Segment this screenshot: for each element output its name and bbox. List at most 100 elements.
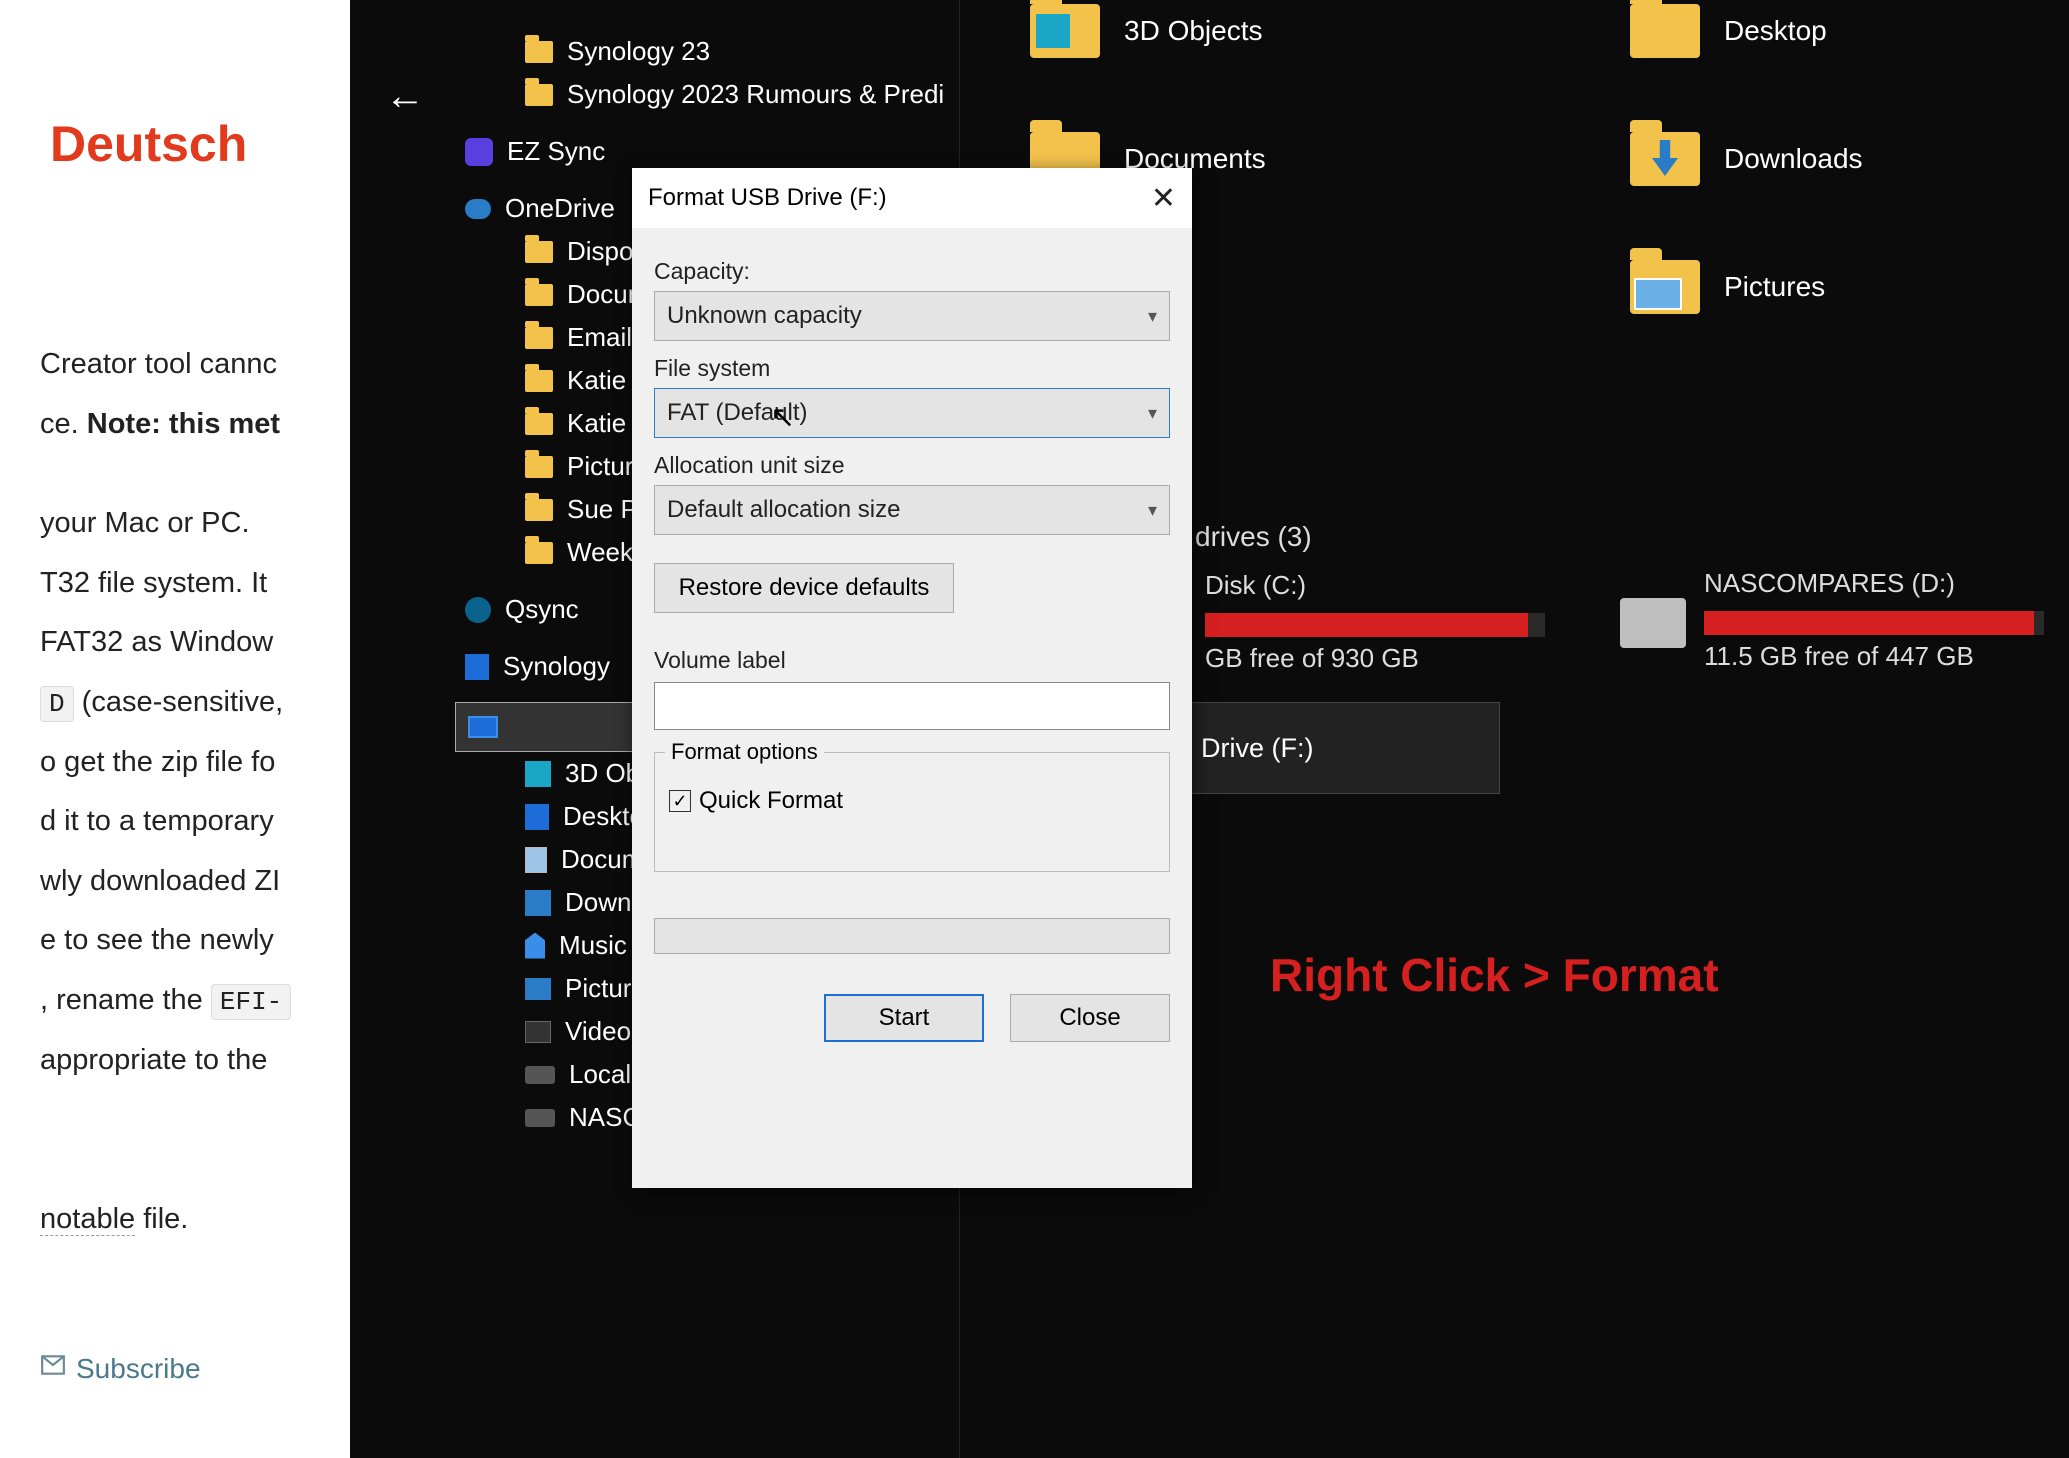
drive-usage-fill bbox=[1205, 613, 1528, 637]
filesystem-label: File system bbox=[654, 355, 1170, 382]
inline-code: D bbox=[40, 686, 74, 722]
folder-3d-objects[interactable]: 3D Objects bbox=[1030, 4, 1263, 58]
folder-icon bbox=[1630, 260, 1700, 314]
mail-icon bbox=[40, 1344, 66, 1394]
folder-label: Pictures bbox=[1724, 271, 1825, 303]
format-dialog: Format USB Drive (F:) ✕ Capacity: Unknow… bbox=[632, 168, 1192, 1188]
article-text: Creator tool cannc bbox=[40, 339, 350, 391]
folder-icon bbox=[525, 456, 553, 478]
subscribe-link[interactable]: Subscribe bbox=[40, 1344, 201, 1394]
allocation-select[interactable]: Default allocation size ▾ bbox=[654, 485, 1170, 535]
cloud-icon bbox=[465, 199, 491, 219]
article-text: e to see the newly bbox=[40, 915, 350, 967]
start-button[interactable]: Start bbox=[824, 994, 984, 1042]
article-text: your Mac or PC. bbox=[40, 498, 350, 550]
allocation-value: Default allocation size bbox=[667, 496, 900, 524]
article-text: ce. Note: this met bbox=[40, 399, 350, 451]
tree-label: Synology 23 bbox=[567, 36, 710, 67]
folder-icon bbox=[525, 327, 553, 349]
document-icon bbox=[525, 847, 547, 873]
desktop-icon bbox=[525, 804, 549, 830]
article-text: , rename the EFI- bbox=[40, 975, 350, 1027]
sync-icon bbox=[465, 597, 491, 623]
folder-pictures[interactable]: Pictures bbox=[1630, 260, 1825, 314]
cube-icon bbox=[525, 761, 551, 787]
close-button[interactable]: ✕ bbox=[1151, 181, 1176, 216]
subscribe-label: Subscribe bbox=[76, 1344, 201, 1394]
folder-icon bbox=[525, 284, 553, 306]
article-text: o get the zip file fo bbox=[40, 737, 350, 789]
dialog-titlebar[interactable]: Format USB Drive (F:) ✕ bbox=[632, 168, 1192, 228]
capacity-select[interactable]: Unknown capacity ▾ bbox=[654, 291, 1170, 341]
annotation-text: Right Click > Format bbox=[1270, 948, 1719, 1002]
folder-icon bbox=[525, 413, 553, 435]
disk-icon bbox=[525, 1066, 555, 1084]
chevron-down-icon: ▾ bbox=[1148, 306, 1157, 327]
folder-icon bbox=[1030, 4, 1100, 58]
pictures-icon bbox=[525, 978, 551, 1000]
folder-icon bbox=[525, 370, 553, 392]
folder-label: Downloads bbox=[1724, 143, 1863, 175]
folder-icon bbox=[1630, 132, 1700, 186]
folder-icon bbox=[525, 542, 553, 564]
drive-label: Drive (F:) bbox=[1201, 733, 1313, 764]
close-dialog-button[interactable]: Close bbox=[1010, 994, 1170, 1042]
chevron-down-icon: ▾ bbox=[1148, 403, 1157, 424]
drive-name: Disk (C:) bbox=[1205, 570, 1545, 601]
quick-format-label: Quick Format bbox=[699, 787, 843, 815]
filesystem-select[interactable]: FAT (Default) ▾ bbox=[654, 388, 1170, 438]
allocation-label: Allocation unit size bbox=[654, 452, 1170, 479]
article-text: notable file. bbox=[40, 1194, 350, 1246]
article-text: D (case-sensitive, bbox=[40, 677, 350, 729]
tree-ez-sync[interactable]: EZ Sync bbox=[455, 130, 959, 173]
article-text: appropriate to the bbox=[40, 1035, 350, 1087]
folder-label: 3D Objects bbox=[1124, 15, 1263, 47]
article-text: wly downloaded ZI bbox=[40, 856, 350, 908]
folder-desktop[interactable]: Desktop bbox=[1630, 4, 1827, 58]
article-text: ce. bbox=[40, 408, 87, 440]
progress-bar bbox=[654, 918, 1170, 954]
article-text: (case-sensitive, bbox=[74, 686, 284, 718]
volume-label-label: Volume label bbox=[654, 647, 1170, 674]
folder-icon bbox=[1630, 4, 1700, 58]
capacity-value: Unknown capacity bbox=[667, 302, 862, 330]
tree-label: EZ Sync bbox=[507, 136, 605, 167]
restore-defaults-button[interactable]: Restore device defaults bbox=[654, 563, 954, 613]
file-explorer: ← Synology 23 Synology 2023 Rumours & Pr… bbox=[350, 0, 2069, 1458]
language-heading[interactable]: Deutsch bbox=[50, 100, 350, 189]
app-icon bbox=[465, 654, 489, 680]
format-options-label: Format options bbox=[665, 739, 824, 765]
back-button[interactable]: ← bbox=[385, 74, 425, 119]
article-text: FAT32 as Window bbox=[40, 617, 350, 669]
mouse-cursor-icon: ↖ bbox=[770, 400, 795, 435]
tree-folder[interactable]: Synology 23 bbox=[455, 30, 959, 73]
folder-icon bbox=[525, 41, 553, 63]
volume-label-input[interactable] bbox=[654, 682, 1170, 730]
sync-app-icon bbox=[465, 138, 493, 166]
drive-c[interactable]: Disk (C:) GB free of 930 GB bbox=[1205, 570, 1545, 674]
monitor-icon bbox=[468, 716, 498, 738]
chevron-down-icon: ▾ bbox=[1148, 500, 1157, 521]
tree-label: Qsync bbox=[505, 594, 579, 625]
tree-label: OneDrive bbox=[505, 193, 615, 224]
underlined-text: notable bbox=[40, 1203, 135, 1236]
drive-usage-fill bbox=[1704, 611, 2034, 635]
drive-free: 11.5 GB free of 447 GB bbox=[1704, 641, 2044, 672]
article-bold: Note: this met bbox=[87, 408, 280, 440]
folder-downloads[interactable]: Downloads bbox=[1630, 132, 1863, 186]
videos-icon bbox=[525, 1021, 551, 1043]
folder-icon bbox=[525, 84, 553, 106]
drive-usage-bar bbox=[1704, 611, 2044, 635]
quick-format-checkbox[interactable]: ✓ Quick Format bbox=[669, 787, 1155, 815]
format-options-group: Format options ✓ Quick Format bbox=[654, 752, 1170, 872]
disk-icon bbox=[525, 1109, 555, 1127]
drive-usage-bar bbox=[1205, 613, 1545, 637]
dialog-title: Format USB Drive (F:) bbox=[648, 184, 887, 212]
article-text: file. bbox=[135, 1203, 188, 1235]
article-text: , rename the bbox=[40, 984, 211, 1016]
article-text: d it to a temporary bbox=[40, 796, 350, 848]
checkbox-icon: ✓ bbox=[669, 790, 691, 812]
article-text: T32 file system. It bbox=[40, 558, 350, 610]
tree-folder[interactable]: Synology 2023 Rumours & Predi bbox=[455, 73, 959, 116]
drive-d[interactable]: NASCOMPARES (D:) 11.5 GB free of 447 GB bbox=[1620, 568, 2044, 672]
